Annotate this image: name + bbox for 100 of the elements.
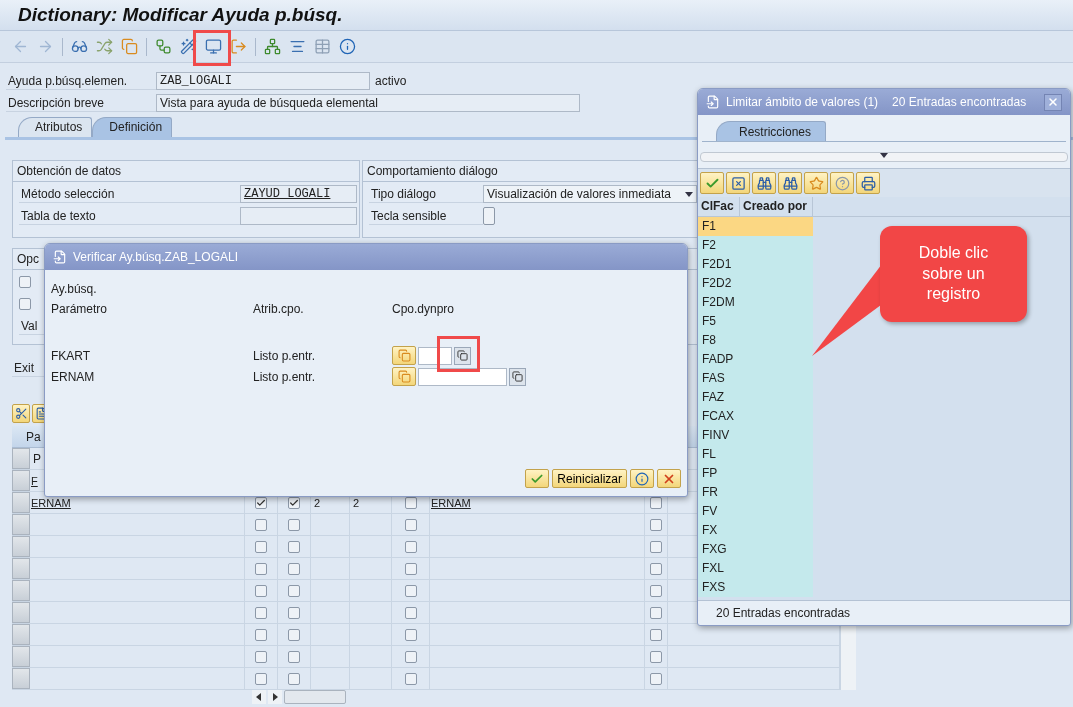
list-row[interactable]: FADP (698, 350, 813, 369)
copy-button[interactable] (392, 367, 416, 386)
checkbox[interactable] (483, 207, 495, 225)
copy-button[interactable] (392, 346, 416, 365)
checkbox[interactable] (404, 540, 417, 553)
checkbox[interactable] (404, 562, 417, 575)
checkbox[interactable] (288, 584, 300, 597)
scrollbar-thumb[interactable] (284, 690, 346, 704)
row-selector[interactable] (12, 448, 30, 469)
checkbox[interactable] (288, 562, 300, 575)
row-selector[interactable] (12, 514, 30, 535)
checkbox[interactable] (255, 628, 267, 641)
row-selector[interactable] (12, 668, 30, 689)
list-row[interactable]: F2D1 (698, 255, 813, 274)
checkbox[interactable] (255, 518, 267, 531)
list-row[interactable]: FP (698, 464, 813, 483)
row-selector[interactable] (12, 558, 30, 579)
checkbox[interactable] (288, 606, 300, 619)
list-row[interactable]: FINV (698, 426, 813, 445)
splitter-bar[interactable] (700, 152, 1068, 162)
checkbox[interactable] (650, 562, 662, 575)
list-row[interactable]: FAS (698, 369, 813, 388)
search-button[interactable] (752, 172, 776, 194)
checkbox[interactable] (404, 606, 417, 619)
checkbox[interactable] (650, 628, 662, 641)
shuffle-icon[interactable] (96, 38, 113, 55)
list-row[interactable]: FX (698, 521, 813, 540)
cut-button[interactable] (12, 404, 30, 423)
list-row[interactable]: FV (698, 502, 813, 521)
confirm-button[interactable] (700, 172, 724, 194)
checkbox[interactable] (255, 650, 267, 663)
row-selector[interactable] (12, 602, 30, 623)
list-row[interactable]: F2 (698, 236, 813, 255)
copy-icon[interactable] (121, 38, 138, 55)
checkbox[interactable] (255, 672, 267, 685)
forward-arrow-icon[interactable] (37, 38, 54, 55)
print-button[interactable] (856, 172, 880, 194)
checkbox[interactable] (255, 540, 267, 553)
checkbox[interactable] (288, 628, 300, 641)
input-field[interactable] (418, 346, 452, 365)
value-help-button[interactable] (509, 367, 526, 386)
export-icon[interactable] (230, 38, 247, 55)
table-icon[interactable] (314, 38, 331, 55)
checkbox[interactable] (255, 562, 267, 575)
row-selector[interactable] (12, 492, 30, 513)
checkbox[interactable] (288, 540, 300, 553)
tab[interactable]: Restricciones (716, 121, 827, 141)
list-row[interactable]: F2DM (698, 293, 813, 312)
checkbox[interactable] (288, 518, 300, 531)
row-selector[interactable] (12, 470, 30, 491)
close-button[interactable] (1044, 93, 1062, 111)
favorite-button[interactable] (804, 172, 828, 194)
dropdown[interactable]: Visualización de valores inmediata (483, 185, 697, 203)
text-field[interactable] (240, 207, 357, 225)
confirm-button[interactable] (525, 469, 550, 488)
checkbox[interactable] (404, 518, 417, 531)
monitor-icon[interactable] (205, 38, 222, 55)
search-more-button[interactable] (778, 172, 802, 194)
checkbox[interactable] (404, 672, 417, 685)
network-icon[interactable] (264, 38, 281, 55)
checkbox[interactable] (19, 276, 31, 288)
checkbox[interactable] (255, 606, 267, 619)
row-selector[interactable] (12, 580, 30, 601)
glasses-icon[interactable] (71, 38, 88, 55)
checkbox[interactable] (650, 540, 662, 553)
text-field[interactable]: Vista para ayuda de búsqueda elemental (156, 94, 580, 112)
scroll-right-button[interactable] (268, 690, 282, 704)
text-field[interactable]: ZAB_LOGALI (156, 72, 370, 90)
tab[interactable]: Definición (92, 117, 173, 137)
list-row[interactable]: F1 (698, 217, 813, 236)
list-row[interactable]: F8 (698, 331, 813, 350)
close-box-button[interactable] (726, 172, 750, 194)
checkbox[interactable] (19, 298, 31, 310)
list-row[interactable]: FCAX (698, 407, 813, 426)
help-button[interactable] (830, 172, 854, 194)
column-header[interactable]: ClFac (698, 197, 740, 216)
workflow-icon[interactable] (155, 38, 172, 55)
list-row[interactable]: FXL (698, 559, 813, 578)
align-icon[interactable] (289, 38, 306, 55)
cancel-button[interactable] (657, 469, 681, 488)
list-row[interactable]: F5 (698, 312, 813, 331)
checkbox[interactable] (288, 672, 300, 685)
row-selector[interactable] (12, 536, 30, 557)
tab[interactable]: Atributos (18, 117, 93, 137)
checkbox[interactable] (650, 606, 662, 619)
value-help-button[interactable] (454, 346, 471, 365)
list-row[interactable]: FAZ (698, 388, 813, 407)
text-field[interactable]: ZAYUD_LOGALI (240, 185, 357, 203)
list-row[interactable]: FXS (698, 578, 813, 597)
row-selector[interactable] (12, 646, 30, 667)
scroll-left-button[interactable] (252, 690, 266, 704)
list-row[interactable]: FR (698, 483, 813, 502)
info-button[interactable] (630, 469, 654, 488)
row-selector[interactable] (12, 624, 30, 645)
checkbox[interactable] (650, 672, 662, 685)
checkbox[interactable] (404, 628, 417, 641)
checkbox[interactable] (650, 518, 662, 531)
info-icon[interactable] (339, 38, 356, 55)
checkbox[interactable] (288, 650, 300, 663)
checkbox[interactable] (650, 584, 662, 597)
